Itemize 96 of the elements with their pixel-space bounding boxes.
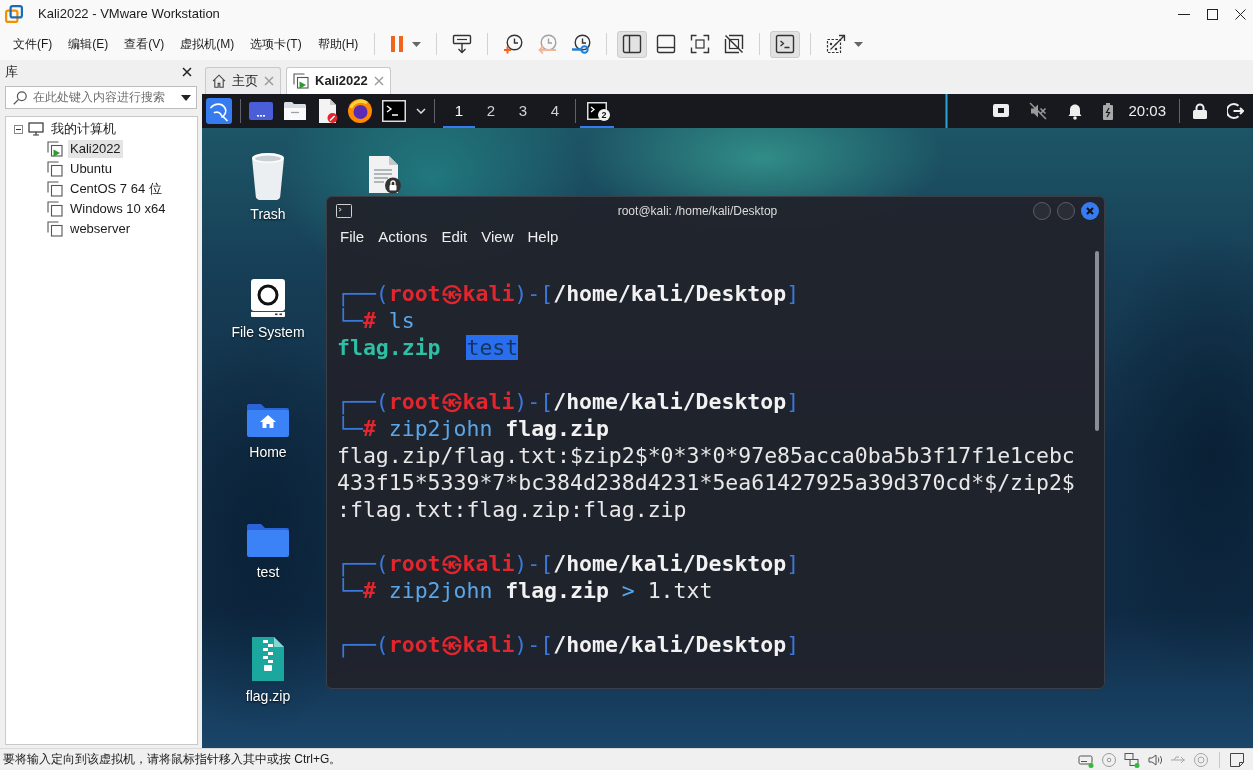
desktop-shortcut[interactable]: Home <box>246 402 290 460</box>
bottom-panel-icon <box>656 34 677 54</box>
logout-icon[interactable] <box>1227 102 1244 120</box>
menu-item[interactable]: Actions <box>371 226 435 248</box>
close-icon[interactable] <box>182 67 192 77</box>
caret-icon <box>412 41 422 47</box>
task-button[interactable]: 2 <box>580 94 614 128</box>
desktop-shortcut[interactable]: Trash <box>248 152 288 222</box>
menu-item[interactable]: 虚拟机(M) <box>172 33 243 55</box>
tree-item[interactable]: 我的计算机 <box>49 120 118 138</box>
workspace-button[interactable]: 3 <box>507 94 539 128</box>
collapse-icon[interactable] <box>14 124 23 134</box>
locked-file-icon <box>366 155 402 194</box>
status-message: 要将输入定向到该虚拟机，请将鼠标指针移入其中或按 Ctrl+G。 <box>3 752 342 767</box>
desktop-shortcut[interactable] <box>366 155 402 194</box>
window-title: Kali2022 - VMware Workstation <box>38 6 220 22</box>
bell-icon[interactable] <box>1067 102 1084 120</box>
monitor-icon <box>28 122 44 136</box>
terminal-line: ┌──(root㉿kali)-[/home/kali/Desktop] <box>337 550 800 577</box>
window-title: root@kali: /home/kali/Desktop <box>617 203 779 219</box>
terminal-line: 433f15*5339*7*bc384d238d4231*5ea61427925a39d370cd*$/zip2$ <box>337 469 1075 496</box>
console-icon <box>775 34 796 54</box>
terminal-line: └─# ls <box>337 307 415 334</box>
menu-item[interactable]: View <box>474 226 521 248</box>
clock-plus-icon <box>503 34 524 54</box>
scrollbar-thumb[interactable] <box>1095 251 1099 431</box>
console-view-button[interactable] <box>770 30 801 58</box>
terminal-line: :flag.txt:flag.zip:flag.zip <box>337 496 687 523</box>
clock: 20:03 <box>1128 102 1166 120</box>
tree-item[interactable]: Windows 10 x64 <box>68 200 168 218</box>
tree-item[interactable]: Kali2022 <box>68 140 123 158</box>
desktop-shortcut[interactable]: flag.zip <box>245 636 291 704</box>
globe-icon[interactable] <box>348 99 372 123</box>
terminal-line: flag.zip test <box>337 334 519 361</box>
close-icon[interactable] <box>1235 8 1246 20</box>
caret-icon <box>854 41 864 47</box>
load-graph-drawing <box>945 94 949 128</box>
library-view-button[interactable] <box>617 30 648 58</box>
terminal-line: flag.zip/flag.txt:$zip2$*0*3*0*97e85acca0ba5b3f17f1e1cebc <box>337 442 1075 469</box>
battery-icon[interactable] <box>1103 102 1114 120</box>
muted-speaker-icon[interactable] <box>1029 102 1048 120</box>
app-logo-icon <box>5 5 23 23</box>
workspace-button[interactable]: 1 <box>443 94 475 128</box>
menu-item[interactable]: 选项卡(T) <box>242 33 310 55</box>
terminal-line: └─# zip2john flag.zip <box>337 415 609 442</box>
keyboard-arrow-icon <box>452 34 473 54</box>
lock-icon[interactable] <box>1193 103 1207 119</box>
workspace-button[interactable]: 2 <box>475 94 507 128</box>
ethernet-icon[interactable] <box>993 104 1010 118</box>
dropdown-caret-icon[interactable] <box>181 94 191 101</box>
resize-percent-icon <box>826 34 847 54</box>
clock-wrench-icon <box>571 34 592 54</box>
menu-item[interactable]: 帮助(H) <box>309 33 367 55</box>
fullscreen-icon <box>690 34 711 54</box>
network-icon[interactable] <box>1124 751 1140 768</box>
terminal-line: ┌──(root㉿kali)-[/home/kali/Desktop] <box>337 388 800 415</box>
panel-title: 库 <box>5 64 18 80</box>
menu-item[interactable]: 文件(F) <box>5 33 61 55</box>
drive-icon <box>250 278 286 318</box>
tree-item[interactable]: Ubuntu <box>68 160 114 178</box>
desktop-shortcut[interactable]: test <box>246 522 290 580</box>
speaker-icon[interactable] <box>1147 751 1163 768</box>
search-icon <box>13 90 27 105</box>
workspace-button[interactable]: 4 <box>539 94 571 128</box>
maximize-icon[interactable] <box>1207 8 1218 20</box>
home-folder-icon <box>246 402 290 438</box>
document-pencil-icon[interactable] <box>317 99 338 123</box>
menu-item[interactable]: Help <box>520 226 566 248</box>
folder-icon[interactable] <box>283 101 307 121</box>
vm-icon <box>293 73 309 89</box>
split-panel-icon <box>622 34 643 54</box>
tree-item[interactable]: CentOS 7 64 位 <box>68 180 164 198</box>
home-icon <box>212 74 226 88</box>
terminal-icon[interactable] <box>382 100 406 122</box>
search-field[interactable]: 在此处键入内容进行搜索 <box>5 86 197 109</box>
menu-item[interactable]: 查看(V) <box>116 33 173 55</box>
pause-icon <box>390 36 405 52</box>
minimize-icon[interactable] <box>1178 13 1190 15</box>
terminal-line: └─# zip2john flag.zip > 1.txt <box>337 577 713 604</box>
window-icon[interactable] <box>249 102 273 120</box>
note-icon[interactable] <box>1229 751 1245 768</box>
menu-item[interactable]: File <box>333 226 372 248</box>
terminal-line: ┌──(root㉿kali)-[/home/kali/Desktop] <box>337 280 800 307</box>
dragon-logo-icon[interactable] <box>206 98 232 124</box>
menu-item[interactable]: 编辑(E) <box>60 33 117 55</box>
zip-file-icon <box>251 636 285 682</box>
tab[interactable]: 主页 <box>205 67 281 94</box>
menu-item[interactable]: Edit <box>434 226 475 248</box>
terminal-icon <box>336 204 352 218</box>
desktop-shortcut[interactable]: File System <box>231 278 305 340</box>
tree-item[interactable]: webserver <box>68 220 132 238</box>
folder-icon <box>246 522 290 558</box>
crossed-window-icon <box>724 34 745 54</box>
tab[interactable]: Kali2022 <box>286 67 391 94</box>
terminal-line: ┌──(root㉿kali)-[/home/kali/Desktop] <box>337 631 800 658</box>
chevron-down-icon[interactable] <box>416 108 426 114</box>
